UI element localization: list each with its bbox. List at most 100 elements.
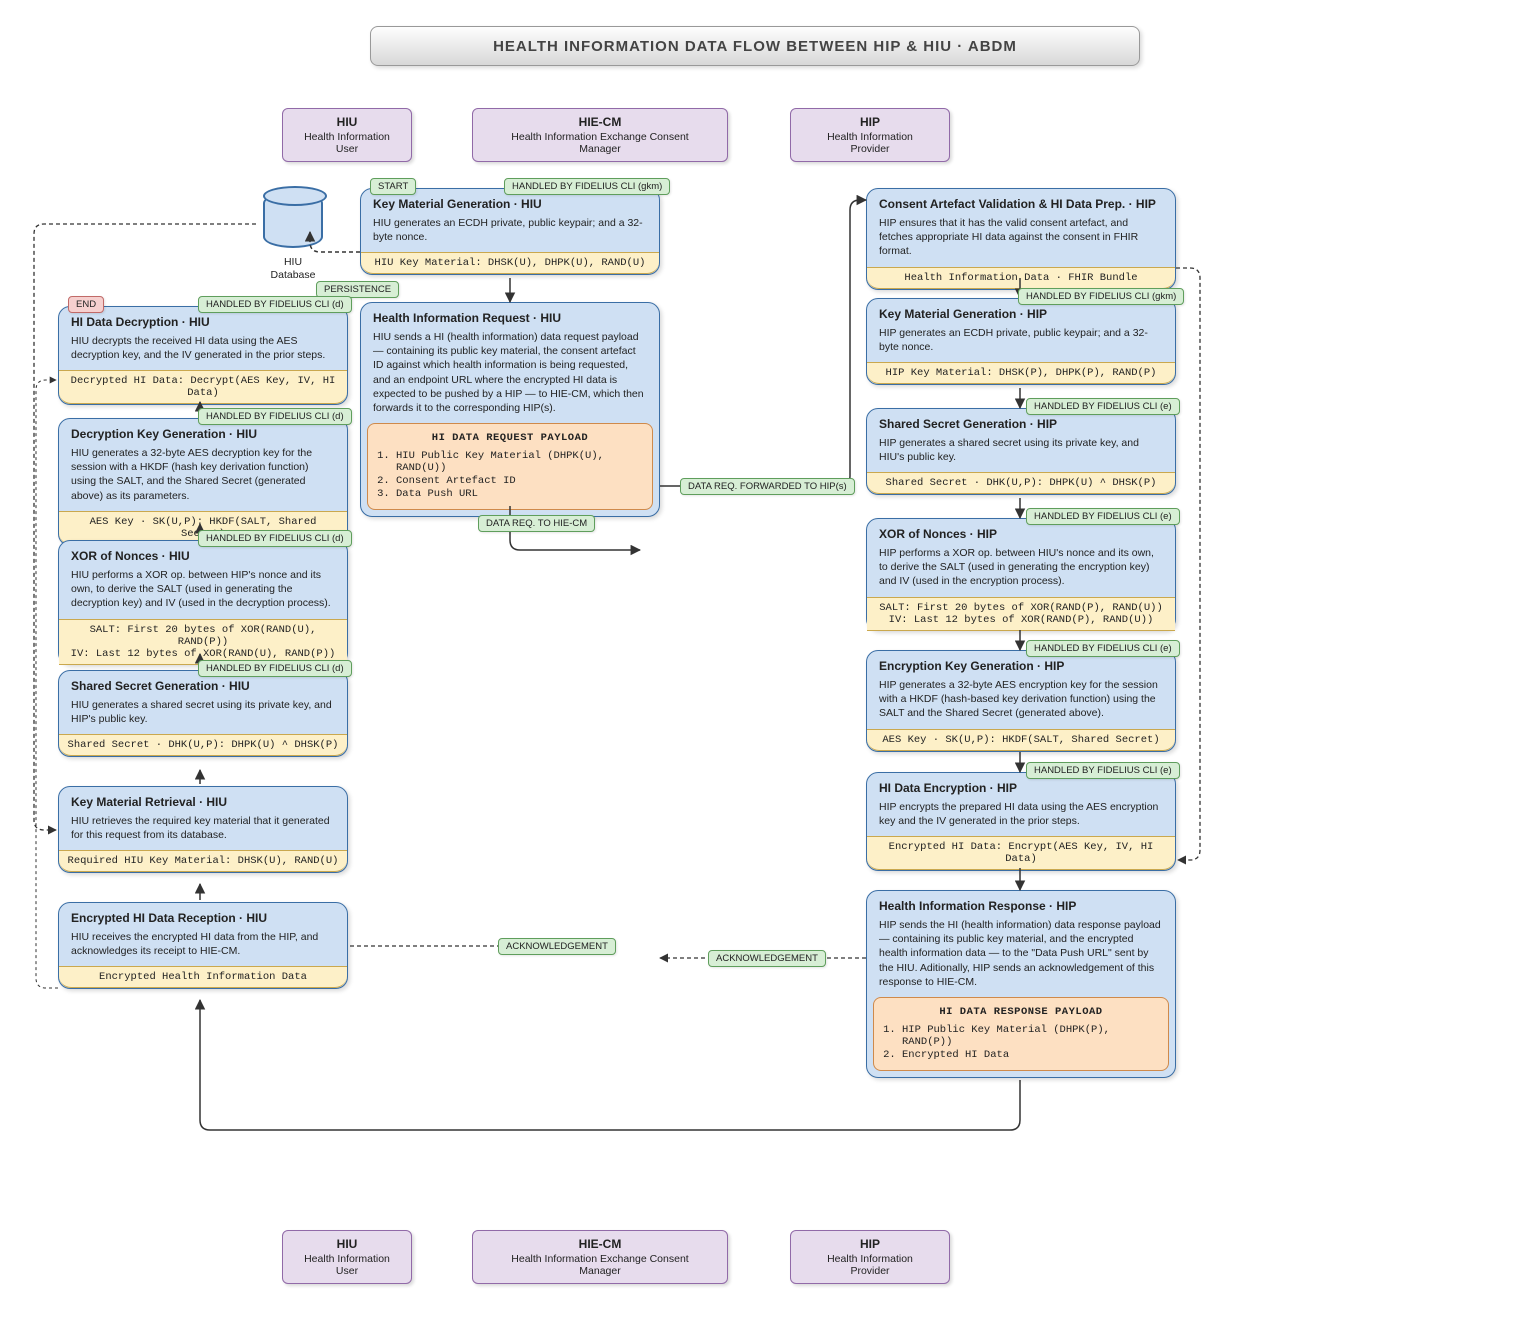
participant-hip-top: HIP Health Information Provider: [790, 108, 950, 162]
tag-req-fwd: DATA REQ. FORWARDED TO HIP(s): [680, 478, 855, 495]
box-band: SALT: First 20 bytes of XOR(RAND(P), RAN…: [867, 597, 1175, 631]
tag-end: END: [68, 296, 104, 313]
hiu-database: HIUDatabase: [258, 192, 328, 282]
payload-item: HIP Public Key Material (DHPK(P), RAND(P…: [902, 1024, 1158, 1048]
box-title: Shared Secret Generation · HIP: [879, 417, 1163, 431]
tag-handled-e: HANDLED BY FIDELIUS CLI (e): [1026, 508, 1180, 525]
box-hiu-deckey: Decryption Key Generation · HIU HIU gene…: [58, 418, 348, 546]
box-body: HIU generates an ECDH private, public ke…: [373, 216, 647, 244]
participant-title: HIU: [301, 115, 393, 129]
participant-sub: Health Information Exchange Consent Mana…: [491, 1253, 709, 1277]
box-title: Key Material Retrieval · HIU: [71, 795, 335, 809]
box-body: HIP generates a 32-byte AES encryption k…: [879, 678, 1163, 721]
payload-request: HI DATA REQUEST PAYLOAD HIU Public Key M…: [367, 423, 653, 510]
tag-handled-d: HANDLED BY FIDELIUS CLI (d): [198, 296, 352, 313]
payload-item: HIU Public Key Material (DHPK(U), RAND(U…: [396, 450, 642, 474]
box-body: HIP performs a XOR op. between HIU's non…: [879, 546, 1163, 589]
box-hip-keymat: Key Material Generation · HIP HIP genera…: [866, 298, 1176, 385]
box-body: HIU generates a shared secret using its …: [71, 698, 335, 726]
participant-title: HIU: [301, 1237, 393, 1251]
box-hiu-keymat: Key Material Generation · HIU HIU genera…: [360, 188, 660, 275]
box-hip-xor: XOR of Nonces · HIP HIP performs a XOR o…: [866, 518, 1176, 631]
box-band: Required HIU Key Material: DHSK(U), RAND…: [59, 850, 347, 872]
tag-handled-d: HANDLED BY FIDELIUS CLI (d): [198, 408, 352, 425]
tag-handled-e: HANDLED BY FIDELIUS CLI (e): [1026, 398, 1180, 415]
box-title: Encrypted HI Data Reception · HIU: [71, 911, 335, 925]
tag-handled-e: HANDLED BY FIDELIUS CLI (e): [1026, 640, 1180, 657]
participant-sub: Health Information User: [301, 131, 393, 155]
box-body: HIP encrypts the prepared HI data using …: [879, 800, 1163, 828]
box-body: HIU retrieves the required key material …: [71, 814, 335, 842]
participant-sub: Health Information Exchange Consent Mana…: [491, 131, 709, 155]
box-band: Encrypted HI Data: Encrypt(AES Key, IV, …: [867, 836, 1175, 870]
participant-sub: Health Information Provider: [809, 131, 931, 155]
box-body: HIU decrypts the received HI data using …: [71, 334, 335, 362]
box-body: HIU performs a XOR op. between HIP's non…: [71, 568, 335, 611]
box-hip-consent: Consent Artefact Validation & HI Data Pr…: [866, 188, 1176, 290]
box-hiu-request: Health Information Request · HIU HIU sen…: [360, 302, 660, 517]
diagram-title: HEALTH INFORMATION DATA FLOW BETWEEN HIP…: [370, 26, 1140, 66]
payload-item: Consent Artefact ID: [396, 475, 642, 487]
box-title: Shared Secret Generation · HIU: [71, 679, 335, 693]
box-title: Encryption Key Generation · HIP: [879, 659, 1163, 673]
box-band: Shared Secret · DHK(U,P): DHPK(U) ^ DHSK…: [59, 734, 347, 756]
tag-start: START: [370, 178, 416, 195]
tag-handled-gkm: HANDLED BY FIDELIUS CLI (gkm): [1018, 288, 1184, 305]
participant-hiu-top: HIU Health Information User: [282, 108, 412, 162]
tag-handled-e: HANDLED BY FIDELIUS CLI (e): [1026, 762, 1180, 779]
box-hiu-shared: Shared Secret Generation · HIU HIU gener…: [58, 670, 348, 757]
tag-ack: ACKNOWLEDGEMENT: [498, 938, 616, 955]
diagram-canvas: HEALTH INFORMATION DATA FLOW BETWEEN HIP…: [20, 20, 1494, 1310]
box-title: Health Information Request · HIU: [373, 311, 647, 325]
payload-title: HI DATA REQUEST PAYLOAD: [378, 432, 642, 444]
tag-handled-gkm: HANDLED BY FIDELIUS CLI (gkm): [504, 178, 670, 195]
box-band: Encrypted Health Information Data: [59, 966, 347, 988]
participant-title: HIE-CM: [491, 115, 709, 129]
participant-title: HIP: [809, 115, 931, 129]
box-body: HIP ensures that it has the valid consen…: [879, 216, 1163, 259]
box-band: Shared Secret · DHK(U,P): DHPK(U) ^ DHSK…: [867, 472, 1175, 494]
box-band: HIP Key Material: DHSK(P), DHPK(P), RAND…: [867, 362, 1175, 384]
box-body: HIU sends a HI (health information) data…: [373, 330, 647, 415]
box-body: HIU receives the encrypted HI data from …: [71, 930, 335, 958]
participant-title: HIE-CM: [491, 1237, 709, 1251]
payload-response: HI DATA RESPONSE PAYLOAD HIP Public Key …: [873, 997, 1169, 1071]
box-hiu-recv: Encrypted HI Data Reception · HIU HIU re…: [58, 902, 348, 989]
payload-item: Data Push URL: [396, 488, 642, 500]
box-band: Health Information Data · FHIR Bundle: [867, 267, 1175, 289]
box-hiu-decrypt: HI Data Decryption · HIU HIU decrypts th…: [58, 306, 348, 405]
box-body: HIP sends the HI (health information) da…: [879, 918, 1163, 989]
participant-hip-bottom: HIP Health Information Provider: [790, 1230, 950, 1284]
box-hip-encrypt: HI Data Encryption · HIP HIP encrypts th…: [866, 772, 1176, 871]
box-band: HIU Key Material: DHSK(U), DHPK(U), RAND…: [361, 252, 659, 274]
box-title: Key Material Generation · HIP: [879, 307, 1163, 321]
box-title: XOR of Nonces · HIU: [71, 549, 335, 563]
box-body: HIP generates an ECDH private, public ke…: [879, 326, 1163, 354]
tag-ack: ACKNOWLEDGEMENT: [708, 950, 826, 967]
box-body: HIP generates a shared secret using its …: [879, 436, 1163, 464]
payload-item: Encrypted HI Data: [902, 1049, 1158, 1061]
box-band: SALT: First 20 bytes of XOR(RAND(U), RAN…: [59, 619, 347, 665]
box-title: XOR of Nonces · HIP: [879, 527, 1163, 541]
box-title: HI Data Encryption · HIP: [879, 781, 1163, 795]
box-band: AES Key · SK(U,P): HKDF(SALT, Shared Sec…: [867, 729, 1175, 751]
payload-title: HI DATA RESPONSE PAYLOAD: [884, 1006, 1158, 1018]
participant-hiecm-top: HIE-CM Health Information Exchange Conse…: [472, 108, 728, 162]
box-title: Consent Artefact Validation & HI Data Pr…: [879, 197, 1163, 211]
tag-req-hiecm: DATA REQ. TO HIE-CM: [478, 515, 595, 532]
box-hip-enckey: Encryption Key Generation · HIP HIP gene…: [866, 650, 1176, 752]
box-band: Decrypted HI Data: Decrypt(AES Key, IV, …: [59, 370, 347, 404]
participant-hiu-bottom: HIU Health Information User: [282, 1230, 412, 1284]
box-title: Key Material Generation · HIU: [373, 197, 647, 211]
box-title: Health Information Response · HIP: [879, 899, 1163, 913]
participant-hiecm-bottom: HIE-CM Health Information Exchange Conse…: [472, 1230, 728, 1284]
tag-handled-d: HANDLED BY FIDELIUS CLI (d): [198, 660, 352, 677]
box-hip-response: Health Information Response · HIP HIP se…: [866, 890, 1176, 1078]
tag-handled-d: HANDLED BY FIDELIUS CLI (d): [198, 530, 352, 547]
participant-sub: Health Information User: [301, 1253, 393, 1277]
participant-title: HIP: [809, 1237, 931, 1251]
box-body: HIU generates a 32-byte AES decryption k…: [71, 446, 335, 503]
box-title: Decryption Key Generation · HIU: [71, 427, 335, 441]
box-hip-shared: Shared Secret Generation · HIP HIP gener…: [866, 408, 1176, 495]
box-title: HI Data Decryption · HIU: [71, 315, 335, 329]
